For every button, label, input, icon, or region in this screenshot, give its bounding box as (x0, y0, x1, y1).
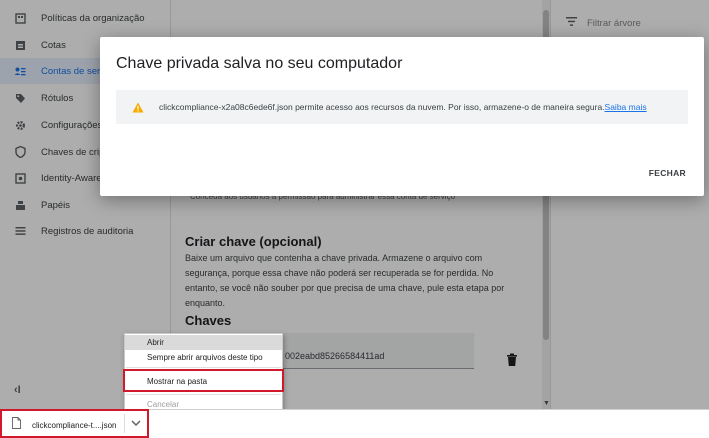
close-button[interactable]: FECHAR (649, 168, 686, 178)
private-key-dialog: Chave privada salva no seu computador cl… (100, 37, 704, 196)
warning-icon (132, 102, 146, 113)
learn-more-link[interactable]: Saiba mais (605, 102, 647, 112)
show-in-folder-highlight (123, 369, 284, 392)
menu-item-always-open[interactable]: Sempre abrir arquivos deste tipo (125, 350, 282, 365)
notice-text: clickcompliance-x2a08c6ede6f.json permit… (159, 102, 605, 112)
security-notice: clickcompliance-x2a08c6ede6f.json permit… (116, 90, 688, 124)
download-item-highlight (0, 409, 149, 438)
menu-separator (126, 394, 281, 395)
dialog-title: Chave privada salva no seu computador (116, 55, 403, 72)
menu-item-open[interactable]: Abrir (125, 335, 282, 350)
menu-separator (126, 367, 281, 368)
